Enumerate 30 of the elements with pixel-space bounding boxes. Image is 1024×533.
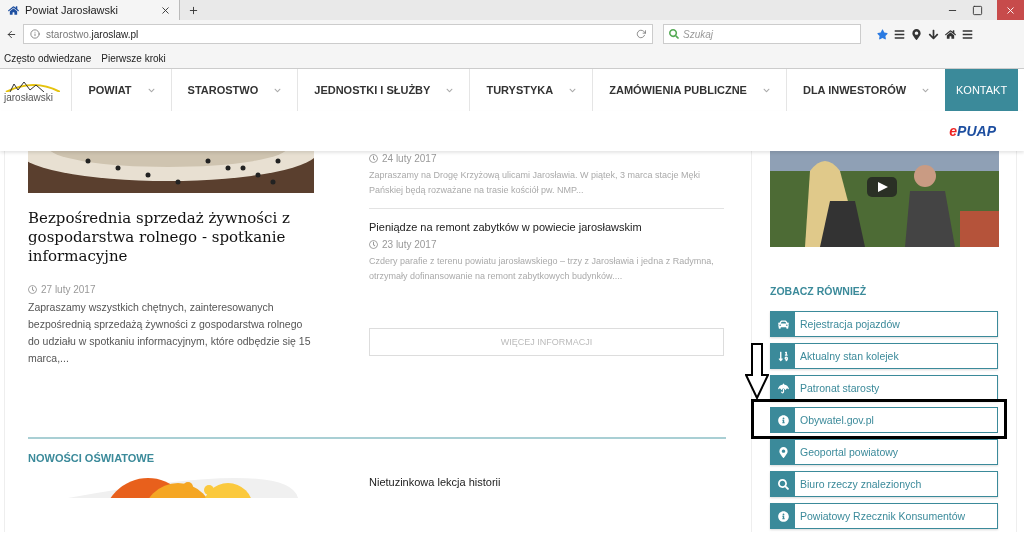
quick-link[interactable]: Aktualny stan kolejek — [770, 343, 998, 369]
quick-link[interactable]: Powiatowy Rzecznik Konsumentów — [770, 503, 998, 529]
quick-link[interactable]: Obywatel.gov.pl — [770, 407, 998, 433]
quick-link[interactable]: Rejestracja pojazdów — [770, 311, 998, 337]
bookmark-link[interactable]: Często odwiedzane — [4, 52, 92, 64]
contact-button[interactable]: KONTAKT — [945, 69, 1018, 111]
nav-item[interactable]: DLA INWESTORÓW — [802, 84, 907, 96]
nav-item[interactable]: ZAMÓWIENIA PUBLICZNE — [609, 84, 747, 96]
news-excerpt: Zapraszamy na Drogę Krzyżową ulicami Jarosławia. W piątek, 3 marca stacje Męki Pańskiej będą rozważane na trasie kościół pw. NMP... — [369, 169, 702, 197]
site-logo[interactable]: jarosławski — [0, 69, 72, 111]
news-excerpt: Czdery parafie z terenu powiatu jarosławskiego – trzy z Jarosławia i jedna z Radymna, otrzymały dofinansowanie na remont zabytkowych budynków.... — [369, 255, 715, 283]
news-title[interactable]: Nietuzinkowa lekcja historii — [369, 476, 501, 492]
quick-link[interactable]: Patronat starosty — [770, 375, 998, 401]
bookmark-link[interactable]: Pierwsze kroki — [101, 52, 166, 64]
epuap-logo[interactable]: ePUAP — [949, 123, 996, 139]
section-heading: NOWOŚCI OŚWIATOWE — [28, 452, 156, 464]
article-excerpt: Zapraszamy wszystkich chętnych, zainteresowanych bezpośrednią sprzedażą żywności z gospodarstwa rolnego do udziału w spotkaniu informacyjnym, które odbędzie się 15 marca,... — [28, 300, 312, 366]
quick-link[interactable]: Geoportal powiatowy — [770, 439, 998, 465]
address-field[interactable]: starostwo.jaroslaw.pl — [23, 24, 653, 44]
news-date: 24 luty 2017 — [382, 153, 437, 164]
nav-item[interactable]: TURYSTYKA — [486, 84, 554, 96]
nav-item[interactable]: JEDNOSTKI I SŁUŻBY — [314, 84, 431, 96]
news-date: 23 luty 2017 — [382, 239, 437, 250]
article-title[interactable]: Bezpośrednia sprzedaż żywności z gospodarstwa rolnego - spotkanie informacyjne — [28, 209, 314, 266]
nav-item[interactable]: POWIAT — [88, 84, 132, 96]
quick-link[interactable]: Biuro rzeczy znalezionych — [770, 471, 998, 497]
news-title[interactable]: Pieniądze na remont zabytków w powiecie jarosławskim — [369, 221, 724, 233]
article-date: 27 luty 2017 — [41, 284, 96, 295]
nav-item[interactable]: STAROSTWO — [187, 84, 259, 96]
section-heading: ZOBACZ RÓWNIEŻ — [770, 285, 868, 297]
